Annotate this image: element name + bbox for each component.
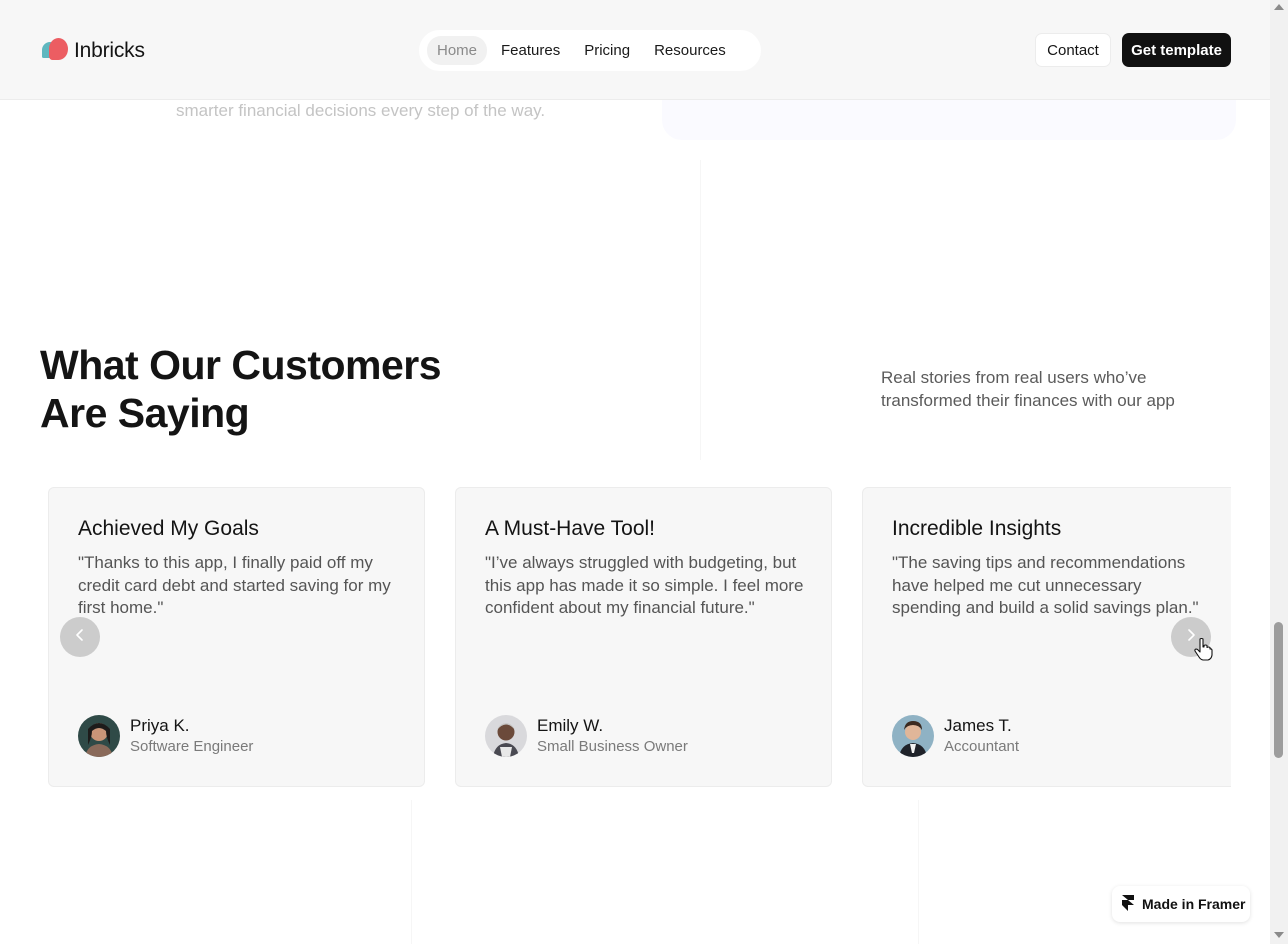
author-name: James T. [944, 716, 1012, 735]
avatar [892, 715, 934, 757]
testimonial-card: A Must-Have Tool! "I’ve always struggled… [455, 487, 832, 787]
section-subtitle: Real stories from real users who’ve tran… [881, 368, 1175, 410]
hand-cursor-icon [1193, 637, 1213, 661]
get-template-button[interactable]: Get template [1122, 33, 1231, 67]
testimonial-title: Achieved My Goals [78, 517, 259, 540]
testimonial-title: Incredible Insights [892, 517, 1062, 540]
scrollbar-thumb[interactable] [1274, 622, 1283, 758]
nav-features[interactable]: Features [491, 36, 570, 65]
author-name: Priya K. [130, 716, 190, 735]
author-name: Emily W. [537, 716, 604, 735]
testimonial-quote: "I’ve always struggled with budgeting, b… [485, 553, 804, 617]
site-header: Inbricks Home Features Pricing Resources… [0, 0, 1270, 100]
brand-name: Inbricks [74, 39, 145, 62]
carousel-prev-button[interactable] [60, 617, 100, 657]
avatar [485, 715, 527, 757]
testimonial-author: James T. Accountant [892, 715, 1019, 757]
testimonial-carousel[interactable]: Achieved My Goals "Thanks to this app, I… [48, 487, 1231, 787]
page-scrollbar[interactable] [1270, 0, 1288, 944]
background-divider [411, 800, 412, 944]
testimonial-card: Achieved My Goals "Thanks to this app, I… [48, 487, 425, 787]
made-in-framer-badge[interactable]: Made in Framer [1112, 886, 1250, 922]
author-role: Accountant [944, 738, 1020, 755]
scroll-down-arrow-icon[interactable] [1274, 932, 1284, 938]
avatar [78, 715, 120, 757]
author-role: Software Engineer [130, 738, 254, 755]
nav-home[interactable]: Home [427, 36, 488, 65]
testimonial-quote: "Thanks to this app, I finally paid off … [78, 553, 391, 617]
chevron-left-icon [73, 628, 87, 647]
main-nav: Home Features Pricing Resources [419, 30, 761, 71]
previous-section-card [662, 96, 1236, 140]
brand-logo[interactable]: Inbricks [42, 38, 145, 64]
framer-logo-icon [1122, 894, 1134, 914]
previous-section-text: smarter financial decisions every step o… [176, 101, 546, 120]
section-title-line-1: What Our Customers [40, 342, 442, 388]
badge-label: Made in Framer [1142, 896, 1246, 912]
testimonial-author: Emily W. Small Business Owner [485, 715, 688, 757]
background-divider [700, 160, 701, 460]
nav-pricing[interactable]: Pricing [574, 36, 640, 65]
contact-button[interactable]: Contact [1035, 33, 1111, 67]
scroll-up-arrow-icon[interactable] [1274, 4, 1284, 10]
author-role: Small Business Owner [537, 738, 688, 755]
section-title-line-2: Are Saying [40, 390, 250, 436]
background-divider [918, 800, 919, 944]
section-title: What Our Customers Are Saying [40, 341, 442, 437]
logo-mark-icon [42, 38, 70, 64]
testimonial-title: A Must-Have Tool! [485, 517, 656, 540]
testimonial-quote: "The saving tips and recommendations hav… [892, 553, 1199, 617]
nav-resources[interactable]: Resources [644, 36, 736, 65]
testimonial-author: Priya K. Software Engineer [78, 715, 253, 757]
